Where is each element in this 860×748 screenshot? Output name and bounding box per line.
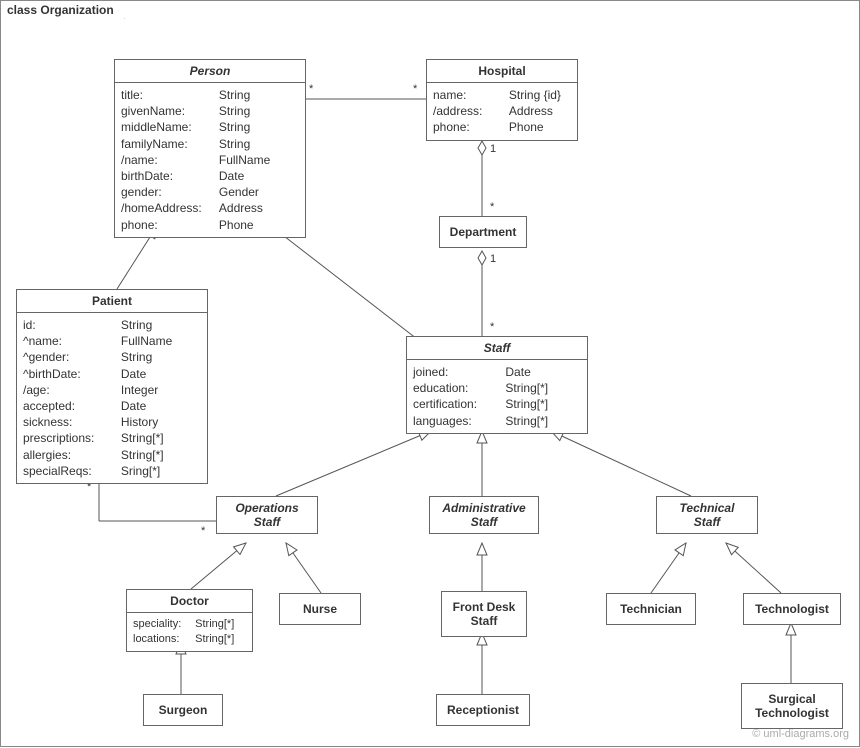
class-title: Technician [607, 594, 695, 624]
attr-row: phone:Phone [433, 119, 571, 135]
class-surgeon: Surgeon [143, 694, 223, 726]
attr-row: /name:FullName [121, 152, 299, 168]
attr-row: specialReqs:Sring[*] [23, 463, 201, 479]
attr-row: sickness:History [23, 414, 201, 430]
attr-row: phone:Phone [121, 217, 299, 233]
attr-row: /homeAddress:Address [121, 200, 299, 216]
attr-row: locations:String[*] [133, 632, 246, 647]
class-person: Person title:StringgivenName:Stringmiddl… [114, 59, 306, 238]
class-patient: Patient id:String^name:FullName^gender:S… [16, 289, 208, 484]
attr-row: birthDate:Date [121, 168, 299, 184]
class-receptionist: Receptionist [436, 694, 530, 726]
mult-staff-top-star: * [490, 321, 494, 333]
class-attrs: id:String^name:FullName^gender:String^bi… [17, 313, 207, 483]
class-title: Operations Staff [217, 497, 317, 533]
class-attrs: joined:Dateeducation:String[*]certificat… [407, 360, 587, 433]
attr-row: ^name:FullName [23, 333, 201, 349]
class-technical-staff: Technical Staff [656, 496, 758, 534]
class-title: Front Desk Staff [442, 592, 526, 636]
attr-row: familyName:String [121, 136, 299, 152]
class-administrative-staff: Administrative Staff [429, 496, 539, 534]
attr-row: name:String {id} [433, 87, 571, 103]
class-surgical-technologist: Surgical Technologist [741, 683, 843, 729]
mult-dept-staff-1: 1 [490, 253, 496, 265]
attr-row: title:String [121, 87, 299, 103]
class-title: Nurse [280, 594, 360, 624]
class-title: Technical Staff [657, 497, 757, 533]
class-title: Staff [407, 337, 587, 360]
frame-title-tab: class Organization [0, 0, 125, 19]
class-title: Surgeon [144, 695, 222, 725]
class-staff: Staff joined:Dateeducation:String[*]cert… [406, 336, 588, 434]
class-operations-staff: Operations Staff [216, 496, 318, 534]
mult-hospital-dept-1: 1 [490, 143, 496, 155]
attr-row: accepted:Date [23, 398, 201, 414]
class-title: Technologist [744, 594, 840, 624]
class-front-desk-staff: Front Desk Staff [441, 591, 527, 637]
frame-title: class Organization [7, 3, 114, 17]
attr-row: /address:Address [433, 103, 571, 119]
attr-row: ^birthDate:Date [23, 366, 201, 382]
class-attrs: name:String {id}/address:Addressphone:Ph… [427, 83, 577, 140]
class-title: Department [440, 217, 526, 247]
class-title: Person [115, 60, 305, 83]
class-title: Administrative Staff [430, 497, 538, 533]
class-nurse: Nurse [279, 593, 361, 625]
attr-row: languages:String[*] [413, 413, 581, 429]
attr-row: prescriptions:String[*] [23, 430, 201, 446]
class-title: Hospital [427, 60, 577, 83]
class-technician: Technician [606, 593, 696, 625]
attr-row: /age:Integer [23, 382, 201, 398]
class-department: Department [439, 216, 527, 248]
class-doctor: Doctor speciality:String[*]locations:Str… [126, 589, 253, 652]
attr-row: ^gender:String [23, 349, 201, 365]
class-technologist: Technologist [743, 593, 841, 625]
mult-person-hospital-right: * [413, 83, 417, 95]
attr-row: joined:Date [413, 364, 581, 380]
attr-row: id:String [23, 317, 201, 333]
mult-person-hospital-left: * [309, 83, 313, 95]
mult-dept-top-star: * [490, 201, 494, 213]
attr-row: gender:Gender [121, 184, 299, 200]
class-title: Receptionist [437, 695, 529, 725]
attr-row: givenName:String [121, 103, 299, 119]
class-hospital: Hospital name:String {id}/address:Addres… [426, 59, 578, 141]
uml-frame: class Organization [0, 0, 860, 747]
attr-row: certification:String[*] [413, 396, 581, 412]
credit-text: © uml-diagrams.org [752, 728, 849, 740]
class-title: Surgical Technologist [742, 684, 842, 728]
class-attrs: title:StringgivenName:StringmiddleName:S… [115, 83, 305, 237]
attr-row: speciality:String[*] [133, 617, 246, 632]
attr-row: allergies:String[*] [23, 447, 201, 463]
mult-patient-ops-right: * [201, 525, 205, 537]
class-title: Doctor [127, 590, 252, 613]
attr-row: education:String[*] [413, 380, 581, 396]
attr-row: middleName:String [121, 119, 299, 135]
class-attrs: speciality:String[*]locations:String[*] [127, 613, 252, 651]
class-title: Patient [17, 290, 207, 313]
